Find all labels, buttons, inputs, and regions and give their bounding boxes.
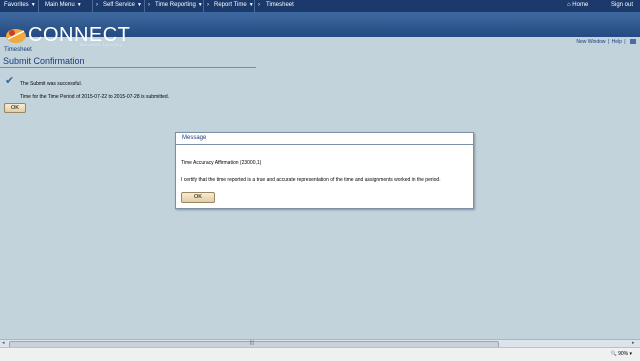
chevron-down-icon: ▼ [76,2,82,8]
nav-separator-icon: › [148,2,150,8]
success-message: The Submit was successful. [20,81,82,87]
nav-report-time[interactable]: Report Time ▼ [214,2,254,8]
nav-timesheet[interactable]: Timesheet [266,2,294,8]
nav-main-menu-label: Main Menu [45,2,75,8]
home-label: Home [572,2,589,8]
ok-button[interactable]: OK [4,103,26,113]
nav-time-reporting[interactable]: Time Reporting ▼ [155,2,203,8]
nav-favorites-label: Favorites [4,2,29,8]
scroll-right-icon[interactable]: ▸ [632,340,635,346]
horizontal-scrollbar[interactable]: ◂ ||| ▸ [0,339,640,348]
page-title: Submit Confirmation [3,56,85,66]
personalize-icon[interactable] [630,39,636,45]
page-utility-links: New Window | Help | [575,39,636,45]
nav-time-reporting-label: Time Reporting [155,2,196,8]
nav-favorites[interactable]: Favorites ▼ [4,2,36,8]
checkmark-icon: ✔ [5,75,15,87]
magnifier-icon: 🔍 [610,351,617,357]
nav-separator-icon: › [207,2,209,8]
browser-status-bar: 🔍 90% ▾ [0,347,640,361]
chevron-down-icon: ▼ [137,2,142,8]
nav-self-service-label: Self Service [103,2,136,8]
chevron-down-icon: ▾ [629,351,632,357]
new-window-link[interactable]: New Window [576,39,605,45]
nav-main-menu[interactable]: Main Menu ▼ [45,2,82,8]
dialog-body: I certify that the time reported is a tr… [181,177,441,183]
title-divider [0,67,256,68]
help-link[interactable]: Help [612,39,622,45]
breadcrumb: Timesheet [4,47,32,53]
zoom-level: 90% [618,351,629,357]
chevron-down-icon: ▼ [248,2,254,8]
nav-divider [144,0,145,12]
zoom-control[interactable]: 🔍 90% ▾ [610,351,632,357]
chevron-down-icon: ▼ [30,2,36,8]
scroll-left-icon[interactable]: ◂ [2,340,5,346]
scrollbar-grip-icon: ||| [250,340,254,346]
home-link[interactable]: ⌂ Home [567,2,588,8]
nav-divider [38,0,39,12]
nav-divider [92,0,93,12]
period-message: Time for the Time Period of 2015-07-22 t… [20,94,170,100]
brand-banner: CONNECT Maryland Judiciary [0,12,640,47]
nav-divider [203,0,204,12]
link-separator: | [624,39,626,45]
nav-report-time-label: Report Time [214,2,247,8]
dialog-heading: Time Accuracy Affirmation (23000,1) [181,160,262,166]
message-dialog: Message Time Accuracy Affirmation (23000… [175,132,474,209]
brand-subtitle: Maryland Judiciary [80,43,123,47]
home-icon: ⌂ [567,2,571,8]
link-separator: | [607,39,610,45]
nav-separator-icon: › [96,2,98,8]
logo-icon [6,29,26,43]
nav-divider [254,0,255,12]
dialog-ok-button[interactable]: OK [181,192,215,203]
dialog-title: Message [176,133,473,145]
nav-separator-icon: › [258,2,260,8]
nav-self-service[interactable]: Self Service ▼ [103,2,142,8]
top-navigation-bar: Favorites ▼ Main Menu ▼ › Self Service ▼ › … [0,0,640,12]
chevron-down-icon: ▼ [197,2,203,8]
sign-out-link[interactable]: Sign out [611,2,633,8]
